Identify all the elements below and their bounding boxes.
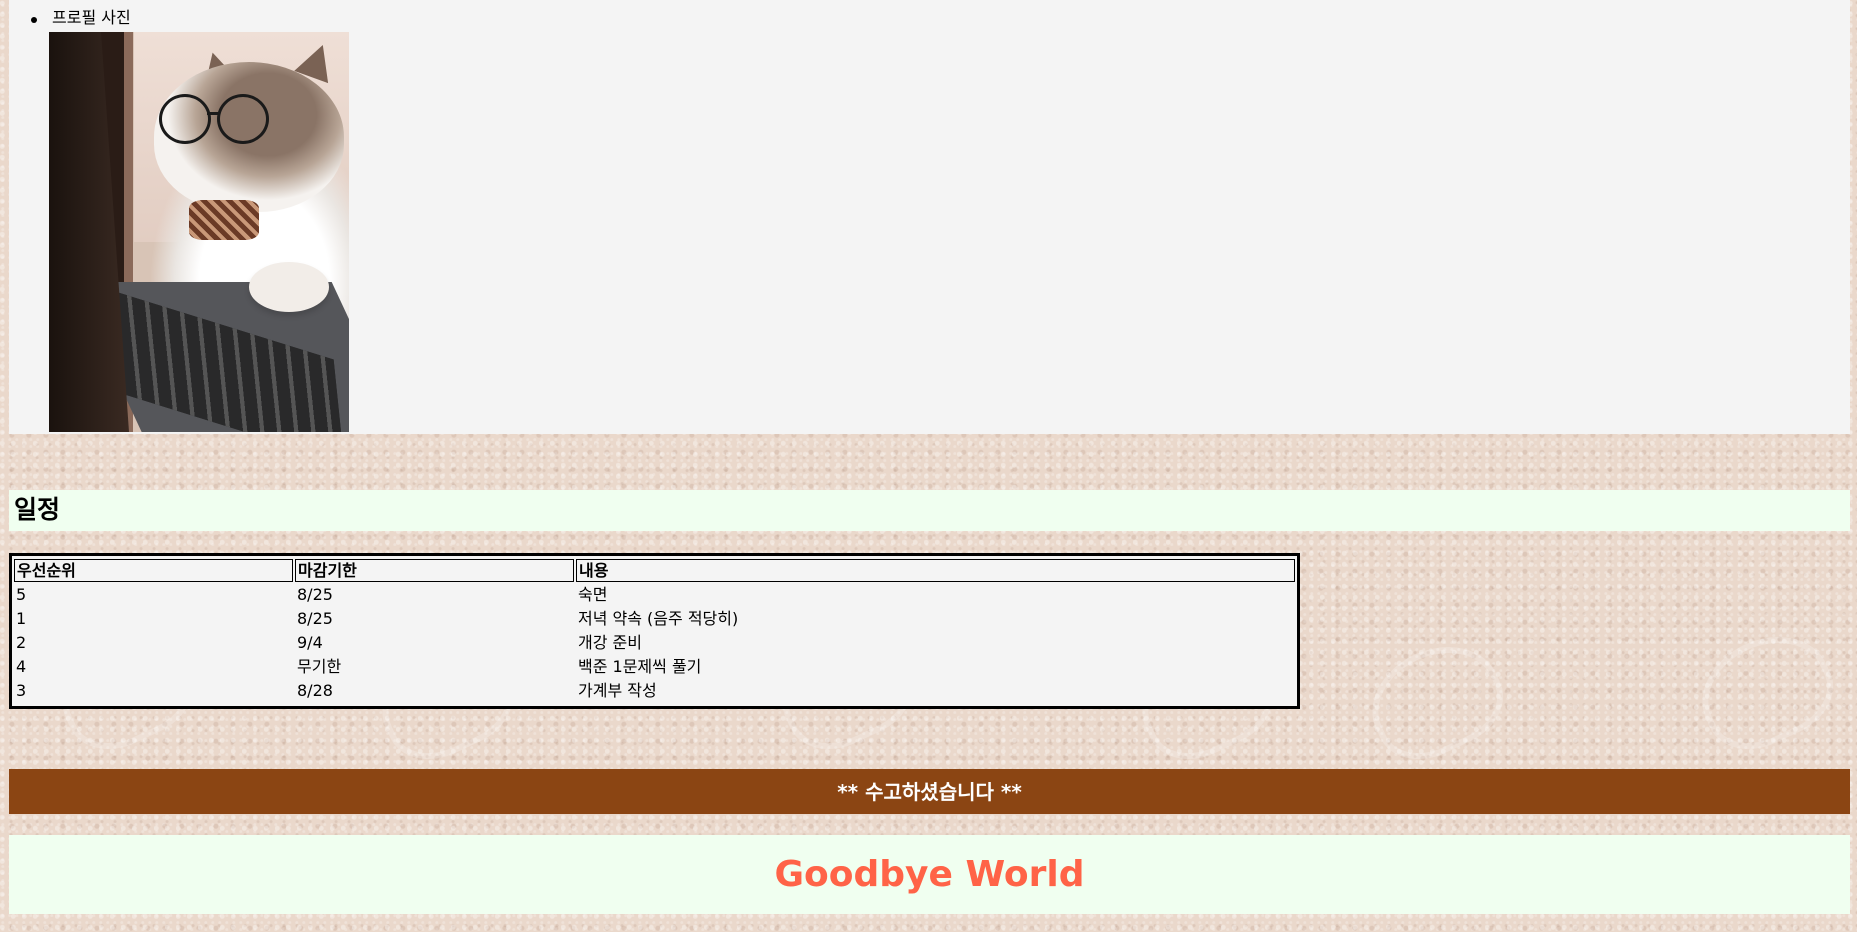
cell-priority: 4 <box>16 657 27 676</box>
cell-content: 백준 1문제씩 풀기 <box>578 657 702 676</box>
goodbye-banner: Goodbye World <box>9 835 1850 914</box>
profile-section: 프로필 사진 <box>9 0 1850 434</box>
table-row: 4 무기한 백준 1문제씩 풀기 <box>14 656 1295 678</box>
cell-content: 저녁 약속 (음주 적당히) <box>578 609 739 628</box>
column-header-content: 내용 <box>576 559 1295 582</box>
table-row: 5 8/25 숙면 <box>14 584 1295 606</box>
background-watermark <box>1354 626 1518 776</box>
profile-photo <box>49 32 349 432</box>
profile-label: 프로필 사진 <box>52 8 131 27</box>
schedule-heading: 일정 <box>14 495 61 524</box>
table-row: 1 8/25 저녁 약속 (음주 적당히) <box>14 608 1295 630</box>
schedule-heading-bar: 일정 <box>9 490 1850 531</box>
cell-deadline: 무기한 <box>297 657 342 676</box>
table-row: 3 8/28 가계부 작성 <box>14 680 1295 702</box>
cell-priority: 2 <box>16 633 27 652</box>
table-header-row: 우선순위 마감기한 내용 <box>14 559 1295 582</box>
cell-content: 개강 준비 <box>578 633 642 652</box>
cell-deadline: 8/28 <box>297 681 333 700</box>
background-watermark <box>1684 616 1848 766</box>
thanks-banner: ** 수고하셨습니다 ** <box>9 769 1850 814</box>
cell-content: 가계부 작성 <box>578 681 657 700</box>
thanks-text: ** 수고하셨습니다 ** <box>837 779 1022 804</box>
schedule-table: 우선순위 마감기한 내용 5 8/25 숙면 1 8/25 저녁 약속 (음주 … <box>9 553 1300 709</box>
cell-priority: 3 <box>16 681 27 700</box>
column-header-priority: 우선순위 <box>14 559 293 582</box>
goodbye-heading: Goodbye World <box>774 854 1085 895</box>
cell-priority: 1 <box>16 609 27 628</box>
list-bullet <box>31 17 37 23</box>
schedule-table-grid: 우선순위 마감기한 내용 5 8/25 숙면 1 8/25 저녁 약속 (음주 … <box>12 557 1297 704</box>
cell-priority: 5 <box>16 585 27 604</box>
cell-deadline: 9/4 <box>297 633 323 652</box>
cell-deadline: 8/25 <box>297 585 333 604</box>
table-row: 2 9/4 개강 준비 <box>14 632 1295 654</box>
column-header-deadline: 마감기한 <box>295 559 574 582</box>
cell-deadline: 8/25 <box>297 609 333 628</box>
cell-content: 숙면 <box>578 585 608 604</box>
